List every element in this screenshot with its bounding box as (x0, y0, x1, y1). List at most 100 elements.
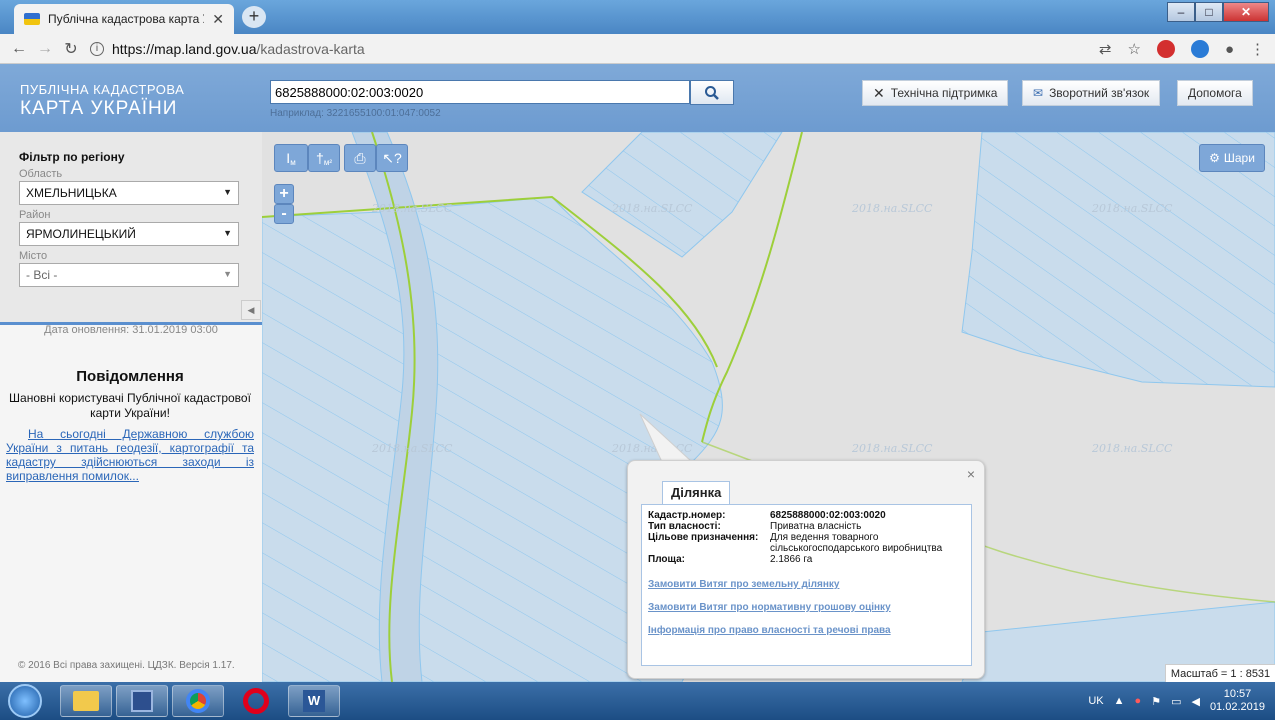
word-icon: W (303, 690, 325, 712)
city-value: - Всі - (26, 268, 58, 282)
ownership-info-link[interactable]: Інформація про право власності та речові… (648, 625, 965, 636)
taskbar-chrome[interactable] (172, 685, 224, 717)
feedback-label: Зворотний зв'язок (1049, 86, 1150, 100)
watermark: 2018.на.SLCC (1092, 442, 1173, 455)
layers-button[interactable]: ⚙ Шари (1199, 144, 1265, 172)
district-select[interactable]: ЯРМОЛИНЕЦЬКИЙ ▼ (19, 222, 239, 246)
tech-support-button[interactable]: ✕ Технічна підтримка (862, 80, 1009, 106)
layers-label: Шари (1223, 151, 1255, 165)
collapse-panel-button[interactable]: ◀ (241, 300, 261, 320)
search-input[interactable]: 6825888000:02:003:0020 (270, 80, 690, 104)
back-icon[interactable]: ← (6, 40, 32, 58)
volume-icon[interactable]: ◀ (1191, 695, 1199, 708)
extension-blue-icon[interactable] (1190, 40, 1209, 58)
antivirus-icon[interactable]: ● (1135, 695, 1142, 707)
close-popup-icon[interactable]: × (967, 466, 975, 482)
area-key: Площа: (648, 554, 685, 565)
menu-dots-icon[interactable]: ⋮ (1250, 40, 1265, 58)
help-label: Допомога (1188, 86, 1242, 100)
parcel-stripes-top (582, 132, 782, 257)
info-row-cadastral: Кадастр.номер: 6825888000:02:003:0020 (648, 510, 965, 521)
translate-icon[interactable]: ⇄ (1099, 40, 1112, 58)
close-window-button[interactable]: ✕ (1223, 2, 1269, 22)
purpose-key: Цільове призначення: (648, 532, 759, 543)
region-label: Область (19, 168, 63, 180)
region-filter: Фільтр по регіону Область ХМЕЛЬНИЦЬКА ▼ Р… (0, 132, 262, 322)
clock-time: 10:57 (1223, 688, 1252, 700)
forward-icon[interactable]: → (32, 40, 58, 58)
clock-date: 01.02.2019 (1209, 701, 1265, 713)
search-button[interactable] (690, 80, 734, 105)
identify-button[interactable]: ↖? (376, 144, 408, 172)
url-field[interactable]: i https://map.land.gov.ua/kadastrova-kar… (90, 41, 365, 57)
order-extract-link[interactable]: Замовити Витяг про земельну ділянку (648, 579, 965, 590)
taskbar-explorer[interactable] (60, 685, 112, 717)
browser-toolbar-icons: ⇄ ☆ ● ⋮ (1099, 34, 1265, 64)
district-value: ЯРМОЛИНЕЦЬКИЙ (26, 227, 136, 241)
zoom-out-button[interactable]: - (274, 204, 294, 224)
print-button[interactable]: ⎙ (344, 144, 376, 172)
tools-icon: ✕ (873, 84, 885, 101)
minimize-button[interactable]: – (1167, 2, 1195, 22)
help-button[interactable]: Допомога (1177, 80, 1253, 106)
feedback-button[interactable]: ✉ Зворотний зв'язок (1022, 80, 1161, 106)
favicon-icon (24, 13, 40, 25)
url-path: /kadastrova-karta (256, 40, 365, 57)
account-icon[interactable]: ● (1225, 41, 1234, 58)
left-panel: Фільтр по регіону Область ХМЕЛЬНИЦЬКА ▼ Р… (0, 132, 262, 682)
gear-icon: ⚙ (1209, 151, 1220, 165)
notice-title: Повідомлення (76, 368, 184, 385)
taskbar: W UK ▲ ● ⚑ ▭ ◀ 10:57 01.02.2019 (0, 682, 1275, 720)
reload-icon[interactable]: ↻ (58, 39, 84, 59)
purpose-value: Для ведення товарного сільськогосподарсь… (770, 532, 943, 554)
measure-length-button[interactable]: Iм (274, 144, 308, 172)
browser-tabstrip: Публічна кадастрова карта Укр ✕ + – □ ✕ (0, 0, 1275, 34)
info-icon[interactable]: i (90, 41, 104, 56)
notice-block: Повідомлення Шановні користувачі Публічн… (6, 368, 254, 483)
notice-greeting: Шановні користувачі Публічної кадастрово… (9, 391, 251, 420)
opera-icon (243, 688, 269, 714)
area-value: 2.1866 га (770, 554, 813, 565)
watermark: 2018.на.SLCC (852, 202, 933, 215)
city-label: Місто (19, 250, 48, 262)
language-indicator[interactable]: UK (1088, 695, 1103, 707)
search-hint: Наприклад: 3221655100:01:047:0052 (270, 108, 441, 119)
dropdown-arrow-icon: ▼ (223, 269, 232, 279)
folder-icon (73, 691, 99, 711)
info-row-area: Площа: 2.1866 га (648, 554, 965, 565)
flag-icon[interactable]: ⚑ (1151, 695, 1161, 708)
clock[interactable]: 10:57 01.02.2019 (1210, 688, 1265, 714)
address-bar: ← → ↻ i https://map.land.gov.ua/kadastro… (0, 34, 1275, 64)
taskbar-word[interactable]: W (288, 685, 340, 717)
tab-parcel[interactable]: Ділянка (662, 481, 731, 505)
close-tab-icon[interactable]: ✕ (212, 11, 224, 28)
taskbar-opera[interactable] (230, 685, 282, 717)
tech-support-label: Технічна підтримка (890, 86, 998, 100)
region-select[interactable]: ХМЕЛЬНИЦЬКА ▼ (19, 181, 239, 205)
tray-expand-icon[interactable]: ▲ (1114, 695, 1125, 707)
filter-title: Фільтр по регіону (19, 150, 125, 164)
window-controls: – □ ✕ (1167, 2, 1269, 22)
brand-line1: ПУБЛІЧНА КАДАСТРОВА (20, 82, 185, 97)
city-select[interactable]: - Всі - ▼ (19, 263, 239, 287)
network-icon[interactable]: ▭ (1171, 695, 1181, 708)
watermark: 2018.на.SLCC (612, 202, 693, 215)
measure-area-button[interactable]: † м² (308, 144, 340, 172)
dropdown-arrow-icon: ▼ (223, 228, 232, 238)
taskbar-save-app[interactable] (116, 685, 168, 717)
search-icon (705, 85, 719, 100)
brand-logo[interactable]: ПУБЛІЧНА КАДАСТРОВА КАРТА УКРАЇНИ (20, 82, 184, 120)
url-host: https://map.land.gov.ua (112, 40, 257, 57)
order-valuation-link[interactable]: Замовити Витяг про нормативну грошову оц… (648, 602, 965, 613)
new-tab-button[interactable]: + (242, 6, 266, 28)
app-header: ПУБЛІЧНА КАДАСТРОВА КАРТА УКРАЇНИ 682588… (0, 64, 1275, 132)
browser-tab[interactable]: Публічна кадастрова карта Укр ✕ (14, 4, 234, 34)
extension-shield-icon[interactable] (1156, 40, 1175, 58)
notice-link[interactable]: На сьогодні Державною службою України з … (6, 427, 254, 483)
ownership-value: Приватна власність (770, 521, 862, 532)
start-button[interactable] (8, 684, 42, 718)
maximize-button[interactable]: □ (1195, 2, 1223, 22)
bookmark-star-icon[interactable]: ☆ (1127, 40, 1140, 58)
zoom-in-button[interactable]: + (274, 184, 294, 204)
update-date: Дата оновлення: 31.01.2019 03:00 (44, 324, 218, 336)
